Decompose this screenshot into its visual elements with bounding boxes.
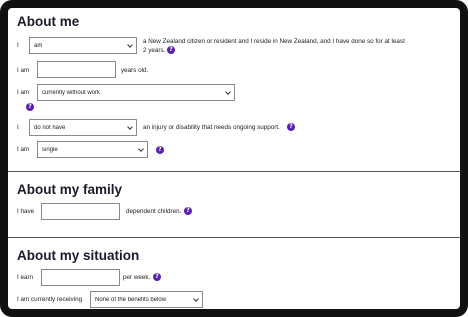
question-circle-icon[interactable]: ? [184,207,192,215]
citizen-status-text-line2: 2 years. [143,47,166,54]
about-me-row1-prefix: I [17,42,19,49]
age-prefix: I am [17,67,30,74]
citizen-status-text-line1: a New Zealand citizen or resident and I … [143,38,405,45]
employment-status-select[interactable]: currently without work [37,84,235,101]
disability-prefix: I [17,124,19,131]
question-circle-icon[interactable]: ? [153,273,161,281]
screen-frame: About me I am a New Zealand citizen or r… [0,0,468,317]
children-suffix: dependent children. [126,208,182,215]
chevron-down-icon [127,125,132,130]
employment-status-select-value: currently without work [42,89,101,96]
relationship-status-select[interactable]: single [37,141,148,158]
benefits-select[interactable]: None of the benefits below [90,291,203,308]
question-circle-icon[interactable]: ? [156,146,164,154]
section-title-about-me: About me [17,14,80,29]
relationship-prefix: I am [17,146,30,153]
form-content: About me I am a New Zealand citizen or r… [8,8,460,309]
children-prefix: I have [17,208,35,215]
relationship-status-select-value: single [42,146,58,153]
chevron-down-icon [193,297,198,302]
benefits-prefix: I am currently receiving [17,296,83,303]
dependent-children-input[interactable] [41,203,120,220]
employment-prefix: I am [17,89,30,96]
section-title-about-situation: About my situation [17,248,140,263]
chevron-down-icon [225,90,230,95]
disability-select-value: do not have [34,124,66,131]
question-circle-icon[interactable]: ? [167,46,175,54]
chevron-down-icon [127,43,132,48]
disability-select[interactable]: do not have [29,119,137,136]
weekly-earnings-input[interactable] [41,269,120,286]
age-suffix: years old. [121,67,149,74]
citizen-status-select-value: am [34,42,43,49]
section-divider [8,171,460,172]
age-input[interactable] [37,61,116,78]
chevron-down-icon [138,147,143,152]
question-circle-icon[interactable]: ? [287,123,295,131]
citizen-status-select[interactable]: am [29,37,137,54]
earnings-suffix: per week. [123,274,151,281]
section-title-about-family: About my family [17,182,123,197]
question-circle-icon[interactable]: ? [26,103,34,111]
benefits-select-value: None of the benefits below [95,296,167,303]
section-divider [8,237,460,238]
disability-suffix: an injury or disability that needs ongoi… [143,124,280,131]
earnings-prefix: I earn [17,274,34,281]
